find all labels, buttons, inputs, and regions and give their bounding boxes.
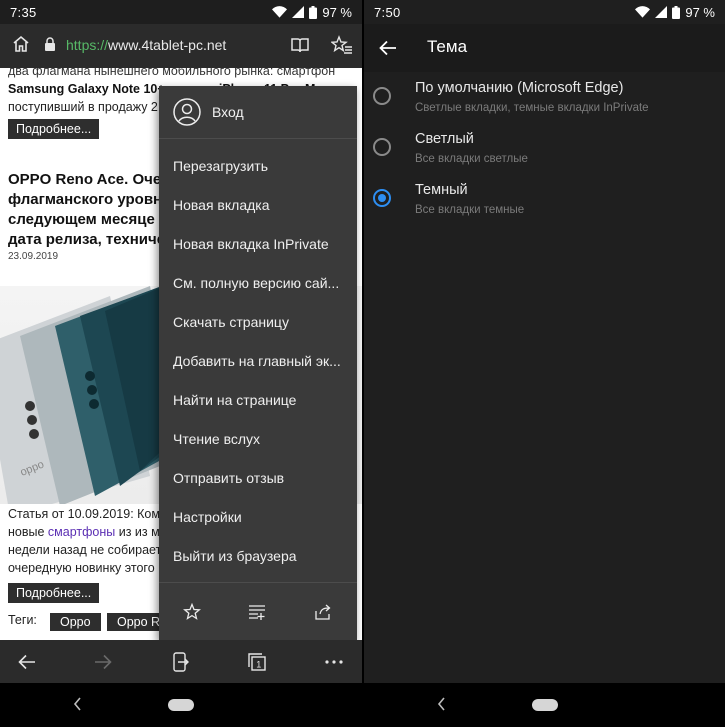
article-headline[interactable]: следующем месяце ( (8, 210, 164, 230)
article-text: очередную новинку этого (8, 561, 155, 575)
menu-divider (159, 582, 357, 583)
article-link[interactable]: смартфоны (48, 525, 115, 539)
battery-icon (309, 5, 318, 19)
article-text-fragment: из из м (115, 525, 160, 539)
theme-option-light[interactable]: Светлый Все вкладки светлые (364, 125, 725, 175)
menu-item-reload[interactable]: Перезагрузить (159, 147, 357, 186)
theme-option-dark[interactable]: Темный Все вкладки темные (364, 176, 725, 226)
back-arrow-icon[interactable] (378, 38, 398, 58)
tag-link[interactable]: Oppo (50, 613, 101, 631)
share-icon[interactable] (314, 603, 332, 621)
home-icon[interactable] (11, 34, 31, 54)
menu-item-read-aloud[interactable]: Чтение вслух (159, 420, 357, 459)
option-subtitle: Все вкладки светлые (415, 153, 528, 165)
status-time: 7:35 (10, 4, 37, 20)
menu-item-new-tab[interactable]: Новая вкладка (159, 186, 357, 225)
signal-icon (655, 6, 668, 18)
menu-item-desktop-site[interactable]: См. полную версию сай... (159, 264, 357, 303)
address-bar: https://www.4tablet-pc.net (0, 24, 362, 68)
more-dots-icon[interactable] (324, 659, 344, 665)
favorites-list-icon[interactable] (331, 35, 353, 55)
menu-item-add-to-home[interactable]: Добавить на главный эк... (159, 342, 357, 381)
reading-view-icon[interactable] (290, 36, 310, 54)
article-text: Статья от 10.09.2019: Ком (8, 507, 160, 521)
url-field[interactable]: https://www.4tablet-pc.net (66, 37, 226, 53)
svg-text:1: 1 (256, 660, 261, 670)
status-bar: 7:50 97 % (364, 0, 725, 24)
article-text: два флагмана нынешнего мобильного рынка:… (8, 68, 336, 78)
menu-item-find-on-page[interactable]: Найти на странице (159, 381, 357, 420)
system-back-icon[interactable] (72, 696, 82, 712)
menu-item-exit-browser[interactable]: Выйти из браузера (159, 537, 357, 576)
sign-in-label: Вход (212, 104, 244, 120)
menu-item-new-inprivate-tab[interactable]: Новая вкладка InPrivate (159, 225, 357, 264)
right-phone-screen: 7:50 97 % Тема По умолчанию (Microsoft E… (364, 0, 725, 727)
battery-percent: 97 % (322, 4, 352, 20)
article-headline[interactable]: флагманского уровня (8, 190, 171, 210)
battery-icon (672, 5, 681, 19)
option-subtitle: Все вкладки темные (415, 204, 525, 216)
url-scheme: https:// (66, 37, 109, 53)
url-host: www.4tablet-pc.net (108, 37, 227, 53)
account-icon (173, 98, 201, 126)
add-to-reading-list-icon[interactable] (248, 603, 266, 621)
system-back-icon[interactable] (436, 696, 446, 712)
read-more-button[interactable]: Подробнее... (8, 119, 100, 139)
send-to-device-icon[interactable] (172, 652, 190, 672)
signal-icon (292, 6, 305, 18)
radio-button[interactable] (373, 87, 391, 105)
system-nav-bar (364, 683, 725, 727)
battery-percent: 97 % (685, 4, 715, 20)
page-title: Тема (427, 37, 468, 56)
back-arrow-icon[interactable] (17, 652, 37, 672)
tabs-icon[interactable]: 1 (247, 652, 267, 672)
radio-button[interactable] (373, 138, 391, 156)
option-title: Светлый (415, 131, 474, 147)
article-headline[interactable]: OPPO Reno Ace. Очер (8, 170, 170, 190)
read-more-button[interactable]: Подробнее... (8, 583, 100, 603)
option-title: Темный (415, 182, 468, 198)
menu-divider (159, 138, 357, 139)
article-text-fragment: новые (8, 525, 48, 539)
system-nav-bar (0, 683, 362, 727)
tags-label: Теги: (8, 613, 37, 627)
menu-item-settings[interactable]: Настройки (159, 498, 357, 537)
wifi-icon (272, 6, 288, 18)
theme-option-default[interactable]: По умолчанию (Microsoft Edge) Светлые вк… (364, 74, 725, 124)
add-favorite-icon[interactable] (183, 603, 201, 621)
system-home-button[interactable] (531, 699, 558, 711)
menu-item-download-page[interactable]: Скачать страницу (159, 303, 357, 342)
wifi-icon (635, 6, 651, 18)
menu-item-send-feedback[interactable]: Отправить отзыв (159, 459, 357, 498)
option-title: По умолчанию (Microsoft Edge) (415, 80, 624, 96)
left-phone-screen: 7:35 97 % https://www.4tablet-pc.net два… (0, 0, 362, 727)
theme-header: Тема (364, 24, 725, 72)
menu-sign-in[interactable]: Вход (159, 86, 357, 138)
bottom-toolbar: 1 (0, 640, 362, 683)
radio-button-selected[interactable] (373, 189, 391, 207)
lock-icon[interactable] (44, 37, 56, 52)
option-subtitle: Светлые вкладки, темные вкладки InPrivat… (415, 102, 649, 114)
overflow-menu: Вход Перезагрузить Новая вкладка Новая в… (159, 86, 357, 640)
article-text: новые смартфоны из из м (8, 523, 160, 541)
status-bar: 7:35 97 % (0, 0, 362, 24)
article-text: поступивший в продажу 2 (8, 100, 158, 114)
article-date: 23.09.2019 (8, 251, 59, 262)
article-bold: Samsung Galaxy Note 10+ (8, 82, 165, 96)
status-time: 7:50 (374, 4, 401, 20)
article-text: недели назад не собирает (8, 543, 162, 557)
article-headline[interactable]: дата релиза, техниче (8, 230, 165, 250)
forward-arrow-icon (95, 654, 112, 670)
system-home-button[interactable] (168, 699, 194, 711)
